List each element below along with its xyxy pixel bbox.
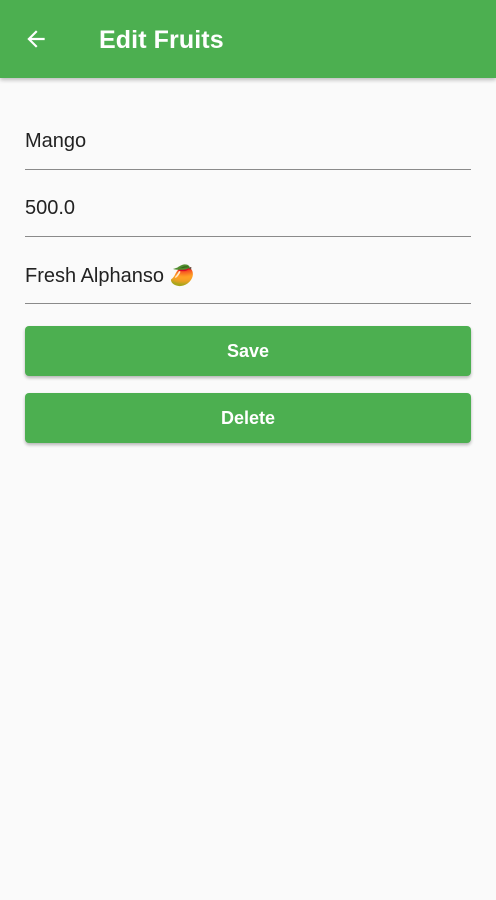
name-field (25, 78, 471, 170)
page-title: Edit Fruits (99, 26, 224, 54)
back-button[interactable] (14, 17, 58, 61)
description-field (25, 237, 471, 304)
price-field (25, 170, 471, 237)
arrow-back-icon (27, 30, 45, 48)
price-input[interactable] (25, 194, 471, 222)
name-input[interactable] (25, 127, 471, 155)
edit-form (25, 78, 471, 304)
save-button[interactable]: Save (25, 326, 471, 376)
app-bar: Edit Fruits (0, 0, 496, 78)
description-input[interactable] (25, 261, 471, 289)
delete-button[interactable]: Delete (25, 393, 471, 443)
